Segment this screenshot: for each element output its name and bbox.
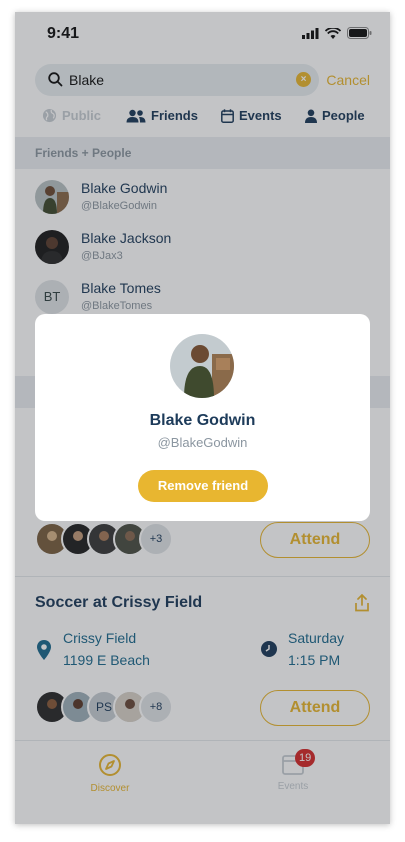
modal-handle: @BlakeGodwin: [157, 435, 248, 450]
remove-friend-button[interactable]: Remove friend: [138, 470, 268, 502]
phone-screen: 9:41 Blake × Cancel Public Friends Event…: [15, 12, 390, 824]
modal-name: Blake Godwin: [149, 412, 256, 429]
avatar: [170, 334, 234, 398]
friend-modal: Blake Godwin @BlakeGodwin Remove friend: [35, 314, 370, 521]
